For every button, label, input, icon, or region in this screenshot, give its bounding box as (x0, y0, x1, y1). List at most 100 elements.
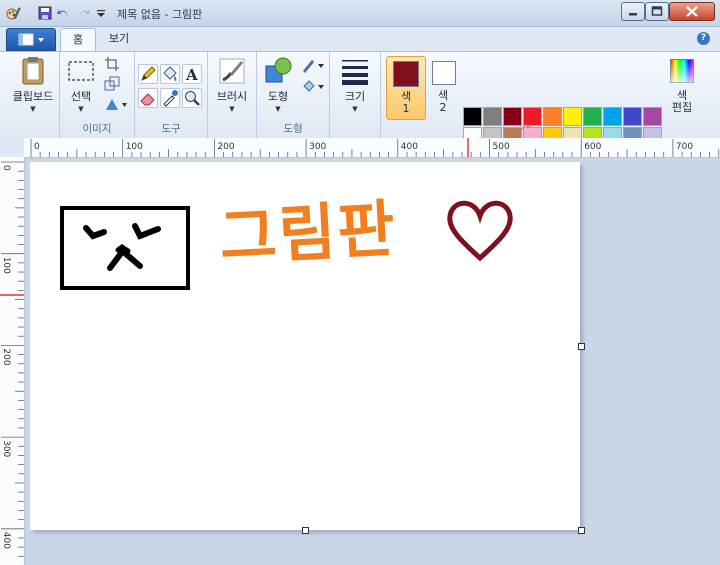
clipboard-label: 클립보드 (12, 90, 54, 103)
palette-color[interactable] (623, 107, 642, 126)
pencil-icon (141, 66, 156, 81)
title-bar: 제목 없음 - 그림판 (0, 0, 720, 27)
minimize-button[interactable] (621, 2, 645, 21)
image-group: 선택 ▼ 이미지 (60, 52, 135, 138)
ruler-label-v: 100 (1, 257, 11, 274)
heart-drawing (447, 200, 513, 262)
redo-icon[interactable] (77, 5, 91, 21)
close-icon (686, 6, 698, 17)
minimize-icon (629, 13, 637, 16)
color1-button[interactable]: 색 1 (386, 56, 426, 120)
magnifier-tool[interactable] (182, 88, 202, 108)
edit-colors-button[interactable]: 색 편집 (667, 56, 699, 118)
palette-color[interactable] (563, 107, 582, 126)
fill-tool[interactable] (160, 64, 180, 84)
shapes-group: 도형 ▼ 도형 (257, 52, 330, 138)
vertical-ruler-scale: 0 100 200 300 400 (0, 161, 24, 557)
line-size-icon (342, 60, 368, 85)
crop-icon[interactable] (104, 56, 120, 72)
tools-group-label: 도구 (161, 123, 181, 135)
shapes-group-label: 도형 (283, 123, 303, 135)
color-picker-tool[interactable] (160, 88, 180, 108)
rotate-icon[interactable] (104, 96, 128, 112)
horizontal-ruler-scale: 0 100 200 300 400 500 600 700 (30, 138, 720, 157)
vertical-ruler: 0 100 200 300 400 (0, 157, 25, 565)
text-tool[interactable]: A (182, 64, 202, 84)
canvas-drawing: 그림판 (60, 192, 513, 290)
ruler-label-h: 100 (126, 142, 143, 152)
text-a-icon: A (185, 66, 198, 84)
palette-color[interactable] (583, 107, 602, 126)
brushes-group: 브러시 ▼ (208, 52, 257, 138)
canvas-resize-handle-corner[interactable] (578, 527, 585, 534)
color1-label-line2: 1 (402, 102, 410, 115)
canvas-resize-handle-right[interactable] (578, 343, 585, 350)
ruler-label-h: 400 (401, 142, 418, 152)
edit-colors-label-line2: 편집 (671, 101, 693, 114)
help-icon[interactable]: ? (697, 32, 710, 45)
color-spectrum-icon (670, 59, 694, 83)
shapes-label: 도형 (267, 90, 289, 103)
pencil-tool[interactable] (138, 64, 158, 84)
palette-color[interactable] (643, 107, 662, 126)
magnifier-icon (185, 91, 200, 106)
brushes-label: 브러시 (216, 90, 248, 103)
save-icon[interactable] (38, 5, 52, 21)
image-group-label: 이미지 (82, 123, 112, 135)
ruler-corner (0, 138, 24, 157)
select-button[interactable]: 선택 ▼ (62, 56, 100, 118)
size-label: 크기 (344, 90, 366, 103)
face-drawing (60, 206, 190, 290)
paint-menu-button[interactable] (6, 28, 56, 51)
paint-bucket-icon (163, 66, 177, 81)
eraser-tool[interactable] (138, 88, 158, 108)
palette-color[interactable] (523, 107, 542, 126)
close-button[interactable] (669, 2, 715, 21)
color2-label-line2: 2 (439, 101, 447, 114)
outline-icon[interactable] (301, 57, 325, 73)
shapes-icon (265, 57, 292, 83)
brushes-caret-icon: ▼ (229, 105, 235, 113)
ruler-label-h: 500 (493, 142, 510, 152)
horizontal-ruler: 0 100 200 300 400 500 600 700 (24, 138, 720, 158)
resize-icon[interactable] (104, 76, 120, 92)
fill-shape-icon[interactable] (301, 78, 325, 94)
drawing-canvas[interactable]: 그림판 (30, 162, 580, 530)
paint-app-icon[interactable] (6, 5, 22, 21)
ribbon-home: 클립보드 ▼ 선택 ▼ 이미지 A 도구 브러시 ▼ 도형 ▼ 도형 크기 ▼ … (0, 51, 720, 166)
canvas-resize-handle-bottom[interactable] (302, 527, 309, 534)
color2-button[interactable]: 색 2 (428, 56, 460, 118)
eyedropper-icon (163, 90, 178, 107)
tab-home[interactable]: 홈 (60, 28, 96, 51)
clipboard-icon (22, 57, 44, 85)
clipboard-caret-icon: ▼ (30, 105, 36, 113)
undo-icon[interactable] (56, 5, 70, 21)
ruler-label-v: 0 (1, 165, 11, 171)
ruler-label-h: 600 (584, 142, 601, 152)
select-caret-icon: ▼ (78, 105, 84, 113)
brush-icon (219, 58, 245, 84)
size-button[interactable]: 크기 ▼ (333, 56, 377, 118)
clipboard-button[interactable]: 클립보드 ▼ (10, 56, 56, 118)
ruler-label-h: 300 (309, 142, 326, 152)
palette-color[interactable] (503, 107, 522, 126)
palette-color[interactable] (603, 107, 622, 126)
size-group: 크기 ▼ (330, 52, 381, 138)
ruler-label-h: 200 (217, 142, 234, 152)
palette-color[interactable] (483, 107, 502, 126)
select-label: 선택 (70, 90, 92, 103)
clipboard-group: 클립보드 ▼ (6, 52, 60, 138)
color1-swatch (393, 61, 419, 87)
ruler-label-v: 300 (1, 440, 11, 457)
palette-color[interactable] (463, 107, 482, 126)
handwritten-text: 그림판 (218, 192, 399, 274)
tools-group: A 도구 (135, 52, 208, 138)
maximize-button[interactable] (645, 2, 669, 21)
palette-color[interactable] (543, 107, 562, 126)
shapes-button[interactable]: 도형 ▼ (257, 56, 299, 118)
shapes-caret-icon: ▼ (275, 105, 281, 113)
tab-view[interactable]: 보기 (100, 28, 138, 50)
brushes-button[interactable]: 브러시 ▼ (210, 56, 254, 118)
color2-swatch (432, 61, 456, 85)
customize-quick-access-icon[interactable] (96, 5, 106, 21)
